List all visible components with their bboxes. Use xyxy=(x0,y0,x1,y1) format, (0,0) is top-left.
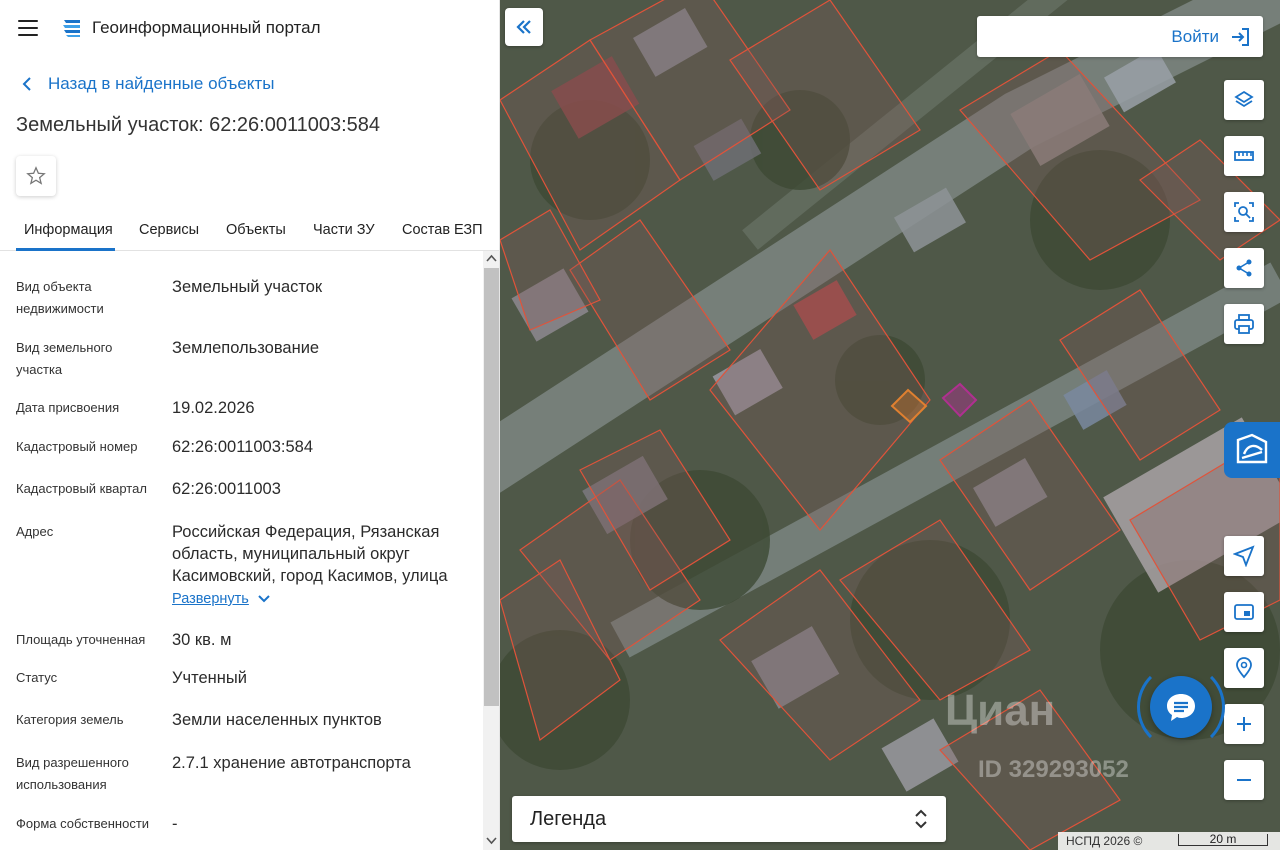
tab-ezp-composition[interactable]: Состав ЕЗП xyxy=(402,222,483,238)
tab-information[interactable]: Информация xyxy=(24,222,113,238)
info-label: Форма собственности xyxy=(16,816,150,831)
info-value: 62:26:0011003 xyxy=(172,480,281,498)
chat-icon xyxy=(1167,694,1195,721)
collapse-panel-button[interactable] xyxy=(505,8,543,46)
info-value: Землепользование xyxy=(172,339,320,357)
print-button[interactable] xyxy=(1224,304,1264,344)
share-icon xyxy=(1236,259,1252,277)
print-icon xyxy=(1234,314,1254,334)
page-title: Земельный участок: 62:26:0011003:584 xyxy=(16,114,381,136)
watermark-id: ID 329293052 xyxy=(978,756,1129,783)
layers-button[interactable] xyxy=(1224,80,1264,120)
expand-address-button[interactable]: Развернуть xyxy=(172,591,271,607)
locate-icon xyxy=(1233,545,1255,567)
legend-panel[interactable]: Легенда xyxy=(512,796,946,842)
tab-parcel-parts[interactable]: Части ЗУ xyxy=(313,222,375,238)
search-location-button[interactable] xyxy=(1224,648,1264,688)
expand-label: Развернуть xyxy=(172,591,249,607)
ruler-icon xyxy=(1234,151,1254,161)
scrollbar-thumb[interactable] xyxy=(484,268,499,706)
side-panel-tab[interactable] xyxy=(1224,422,1280,478)
zoom-in-button[interactable] xyxy=(1224,704,1264,744)
info-label: Дата присвоения xyxy=(16,400,120,415)
info-list: Вид объекта недвижимости Земельный участ… xyxy=(0,251,483,850)
chevron-down-icon xyxy=(258,595,270,603)
info-value: Земельный участок xyxy=(172,278,323,296)
info-label: Кадастровый квартал xyxy=(16,481,147,496)
info-label: Площадь уточненная xyxy=(16,632,146,647)
info-value: - xyxy=(172,815,178,833)
favorite-button[interactable] xyxy=(16,156,56,196)
info-label: Вид земельного участка xyxy=(16,340,113,377)
scroll-up-arrow-icon[interactable] xyxy=(486,253,497,264)
top-bar: Геоинформационный портал xyxy=(0,0,499,56)
star-icon xyxy=(26,166,46,185)
login-label: Войти xyxy=(1171,26,1219,46)
info-label: Вид объекта недвижимости xyxy=(16,279,104,316)
back-link-label: Назад в найденные объекты xyxy=(48,74,275,93)
map-document-icon xyxy=(1236,433,1268,464)
select-area-icon xyxy=(1234,202,1254,222)
zoom-in-icon xyxy=(1237,717,1251,731)
expand-collapse-icon xyxy=(915,809,927,829)
geolocate-button[interactable] xyxy=(1224,536,1264,576)
select-area-button[interactable] xyxy=(1224,192,1264,232)
minimap-button[interactable] xyxy=(1224,592,1264,632)
menu-icon[interactable] xyxy=(18,20,38,36)
portal-title: Геоинформационный портал xyxy=(92,18,321,37)
info-value: 19.02.2026 xyxy=(172,399,255,417)
chevron-left-icon xyxy=(22,77,31,91)
info-value: 62:26:0011003:584 xyxy=(172,438,313,456)
measure-button[interactable] xyxy=(1224,136,1264,176)
info-label: Адрес xyxy=(16,524,54,539)
attribution-text: НСПД 2026 © xyxy=(1066,834,1143,848)
search-location-icon xyxy=(1236,657,1252,679)
portal-logo-icon xyxy=(63,20,80,37)
info-label: Статус xyxy=(16,670,58,685)
info-panel: Геоинформационный портал Назад в найденн… xyxy=(0,0,500,850)
watermark: Циан xyxy=(945,686,1056,735)
address-value: Российская Федерация, Рязанская область,… xyxy=(172,523,448,585)
info-value: Учтенный xyxy=(172,669,247,687)
back-link[interactable]: Назад в найденные объекты xyxy=(18,74,274,94)
double-chevron-left-icon xyxy=(516,20,531,34)
info-value: Земли населенных пунктов xyxy=(172,711,382,729)
info-value: 30 кв. м xyxy=(172,631,232,649)
tab-bar: Информация Сервисы Объекты Части ЗУ Сост… xyxy=(0,208,499,251)
minimap-icon xyxy=(1234,604,1254,620)
info-label: Категория земель xyxy=(16,712,124,727)
zoom-out-button[interactable] xyxy=(1224,760,1264,800)
chat-button[interactable] xyxy=(1150,676,1212,738)
legend-label: Легенда xyxy=(530,807,607,830)
info-label: Вид разрешенного использования xyxy=(16,755,129,792)
login-button[interactable]: Войти xyxy=(977,16,1263,57)
info-value: 2.7.1 хранение автотранспорта xyxy=(172,754,411,772)
layers-icon xyxy=(1234,90,1254,108)
login-icon xyxy=(1232,27,1249,46)
tab-services[interactable]: Сервисы xyxy=(139,222,199,238)
tab-objects[interactable]: Объекты xyxy=(226,222,286,238)
scroll-down-arrow-icon[interactable] xyxy=(486,835,497,846)
zoom-out-icon xyxy=(1237,779,1251,781)
share-button[interactable] xyxy=(1224,248,1264,288)
info-label: Кадастровый номер xyxy=(16,439,138,454)
scale-bar: 20 m xyxy=(1178,833,1268,846)
